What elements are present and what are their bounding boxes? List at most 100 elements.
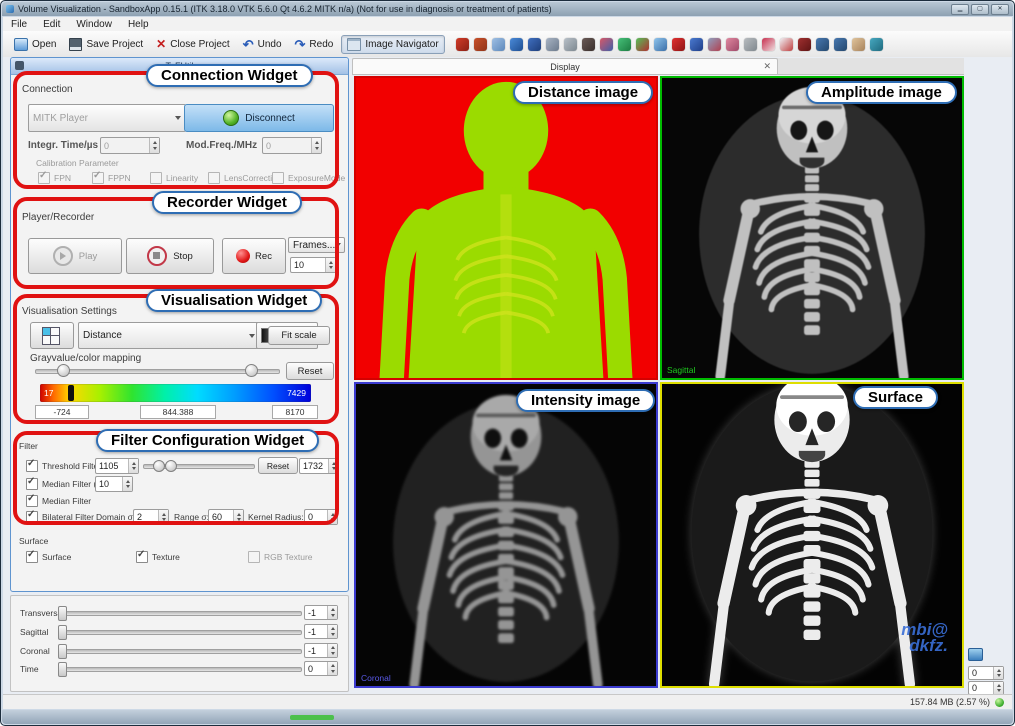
menu-help[interactable]: Help — [128, 19, 149, 30]
spin-arrows-icon[interactable] — [327, 625, 337, 638]
callout-distance-image: Distance image — [513, 81, 653, 104]
time-slider[interactable] — [58, 667, 302, 672]
window-bottom-border — [2, 710, 1013, 724]
redo-icon: ↷ — [295, 39, 306, 50]
redo-button[interactable]: ↷Redo — [290, 37, 339, 52]
coronal-spinbox[interactable]: -1 — [304, 643, 338, 658]
rgb-texture-checkbox[interactable]: RGB Texture — [248, 551, 313, 563]
coronal-label: Coronal — [20, 646, 50, 656]
callout-intensity-image: Intensity image — [516, 389, 655, 412]
plugin-icon-icon[interactable] — [852, 38, 865, 51]
checkbox-icon[interactable] — [26, 551, 38, 563]
side-spinbox-2[interactable]: 0 — [968, 681, 1004, 695]
maximize-button[interactable]: ▢ — [971, 4, 989, 15]
plugin-icon-icon[interactable] — [600, 38, 613, 51]
render-window-intensity[interactable]: Coronal — [354, 382, 658, 688]
dkfz-watermark: mbi@ dkfz. — [901, 622, 948, 654]
transversal-handle[interactable] — [58, 606, 67, 621]
close-project-icon: ✕ — [156, 39, 166, 50]
transversal-spinbox[interactable]: -1 — [304, 605, 338, 620]
memory-status-icon — [995, 698, 1004, 707]
render-window-annotation: Coronal — [361, 673, 391, 683]
annotation-box-visualisation — [13, 294, 339, 424]
coronal-handle[interactable] — [58, 644, 67, 659]
progress-segment — [290, 715, 334, 720]
plugin-icon-icon[interactable] — [708, 38, 721, 51]
title-bar[interactable]: Volume Visualization - SandboxApp 0.15.1… — [2, 2, 1013, 16]
menu-window[interactable]: Window — [76, 19, 112, 30]
tab-close-icon[interactable]: ✕ — [763, 61, 771, 72]
plugin-icon-icon[interactable] — [474, 38, 487, 51]
spin-arrows-icon[interactable] — [327, 606, 337, 619]
app-icon — [6, 5, 14, 13]
menu-edit[interactable]: Edit — [43, 19, 60, 30]
plugin-icon-icon[interactable] — [618, 38, 631, 51]
plugin-icon-icon[interactable] — [636, 38, 649, 51]
sagittal-spinbox[interactable]: -1 — [304, 624, 338, 639]
sagittal-handle[interactable] — [58, 625, 67, 640]
spin-arrows-icon[interactable] — [993, 682, 1003, 694]
plugin-icon-icon[interactable] — [780, 38, 793, 51]
render-window-distance[interactable] — [354, 76, 658, 380]
plugin-icon-icon[interactable] — [510, 38, 523, 51]
callout-visualisation-widget: Visualisation Widget — [146, 289, 322, 312]
coronal-slider[interactable] — [58, 649, 302, 654]
callout-recorder-widget: Recorder Widget — [152, 191, 302, 214]
status-bar: 157.84 MB (2.57 %) — [3, 694, 1012, 709]
transversal-slider[interactable] — [58, 611, 302, 616]
callout-surface: Surface — [853, 386, 938, 409]
menu-file[interactable]: File — [11, 19, 27, 30]
menu-bar: File Edit Window Help — [3, 17, 1012, 32]
plugin-icon-icon[interactable] — [870, 38, 883, 51]
spin-arrows-icon[interactable] — [327, 644, 337, 657]
plugin-icon-icon[interactable] — [492, 38, 505, 51]
plugin-icon-icon[interactable] — [762, 38, 775, 51]
plugin-icon-icon[interactable] — [564, 38, 577, 51]
plugin-icon-icon[interactable] — [456, 38, 469, 51]
toolbar-plugin-icons — [456, 38, 883, 51]
image-navigator-icon — [347, 38, 361, 51]
plugin-icon-icon[interactable] — [528, 38, 541, 51]
intensity-skeleton — [366, 388, 646, 688]
distance-silhouette — [361, 80, 651, 380]
checkbox-icon[interactable] — [136, 551, 148, 563]
checkbox-icon[interactable] — [248, 551, 260, 563]
memory-usage-text: 157.84 MB (2.57 %) — [910, 697, 990, 707]
open-button[interactable]: Open — [9, 36, 61, 53]
undo-icon: ↶ — [243, 39, 254, 50]
spin-arrows-icon[interactable] — [327, 662, 337, 675]
plugin-icon-icon[interactable] — [744, 38, 757, 51]
close-project-button[interactable]: ✕Close Project — [151, 37, 235, 52]
plugin-icon-icon[interactable] — [726, 38, 739, 51]
screenshot-root: Volume Visualization - SandboxApp 0.15.1… — [0, 0, 1015, 726]
sagittal-slider[interactable] — [58, 630, 302, 635]
plugin-icon-icon[interactable] — [816, 38, 829, 51]
plugin-icon-icon[interactable] — [798, 38, 811, 51]
minimize-button[interactable]: ▁ — [951, 4, 969, 15]
tab-display[interactable]: Display ✕ — [352, 58, 778, 74]
save-icon — [69, 38, 82, 51]
render-window-amplitude[interactable]: Sagittal — [660, 76, 964, 380]
plugin-icon-icon[interactable] — [834, 38, 847, 51]
render-window-surface[interactable]: mbi@ dkfz. — [660, 382, 964, 688]
undo-button[interactable]: ↶Undo — [238, 37, 287, 52]
time-spinbox[interactable]: 0 — [304, 661, 338, 676]
plugin-icon-icon[interactable] — [654, 38, 667, 51]
surface-checkbox[interactable]: Surface — [26, 551, 71, 563]
plugin-icon-icon[interactable] — [546, 38, 559, 51]
view-options-icon[interactable] — [968, 648, 983, 661]
close-button[interactable]: ✕ — [991, 4, 1009, 15]
time-handle[interactable] — [58, 662, 67, 677]
render-window-annotation: Sagittal — [667, 365, 695, 375]
texture-checkbox[interactable]: Texture — [136, 551, 180, 563]
spin-arrows-icon[interactable] — [993, 667, 1003, 679]
save-project-button[interactable]: Save Project — [64, 36, 148, 53]
image-navigator-button[interactable]: Image Navigator — [341, 35, 444, 54]
surface-group-label: Surface — [19, 536, 48, 546]
tofutil-tab-icon — [15, 61, 24, 70]
side-spinbox-1[interactable]: 0 — [968, 666, 1004, 680]
plugin-icon-icon[interactable] — [582, 38, 595, 51]
plugin-icon-icon[interactable] — [690, 38, 703, 51]
callout-amplitude-image: Amplitude image — [806, 81, 957, 104]
plugin-icon-icon[interactable] — [672, 38, 685, 51]
